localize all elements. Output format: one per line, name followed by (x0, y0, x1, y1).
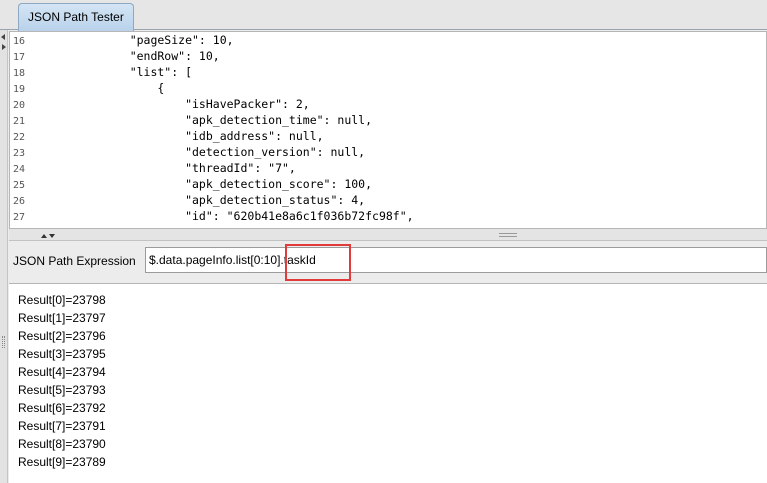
result-line: Result[3]=23795 (18, 347, 106, 361)
code-text: "idb_address": null, (102, 129, 324, 143)
code-line: 20 "isHavePacker": 2, (10, 96, 766, 112)
results-panel[interactable]: Result[0]=23798 Result[1]=23797 Result[2… (9, 283, 767, 483)
result-line: Result[0]=23798 (18, 293, 106, 307)
split-down-arrow-icon[interactable] (49, 234, 55, 238)
code-text: { (102, 81, 165, 95)
code-text: "list": [ (102, 65, 193, 79)
code-line: 18 "list": [ (10, 64, 766, 80)
json-path-tester-window: JSON Path Tester 16 "pageSize": 10, 17 "… (0, 0, 767, 483)
json-code-editor[interactable]: 16 "pageSize": 10, 17 "endRow": 10, 18 "… (9, 31, 767, 229)
code-line: 27 "id": "620b41e8a6c1f036b72fc98f", (10, 208, 766, 224)
code-line: 26 "apk_detection_status": 4, (10, 192, 766, 208)
result-line: Result[5]=23793 (18, 383, 106, 397)
code-line: 19 { (10, 80, 766, 96)
code-line: 17 "endRow": 10, (10, 48, 766, 64)
left-collapse-gutter[interactable] (0, 30, 8, 483)
tab-json-path-tester[interactable]: JSON Path Tester (18, 3, 134, 31)
result-line: Result[1]=23797 (18, 311, 106, 325)
splitter-grip-icon[interactable] (499, 233, 517, 237)
code-line: 16 "pageSize": 10, (10, 32, 766, 48)
gutter-grip-icon[interactable] (2, 336, 5, 348)
result-line: Result[8]=23790 (18, 437, 106, 451)
split-up-arrow-icon[interactable] (41, 234, 47, 238)
code-line: 25 "apk_detection_score": 100, (10, 176, 766, 192)
result-line: Result[4]=23794 (18, 365, 106, 379)
code-text: "apk_detection_score": 100, (102, 177, 373, 191)
panel-splitter[interactable] (9, 229, 767, 241)
expression-row: JSON Path Expression (9, 242, 767, 281)
code-line: 23 "detection_version": null, (10, 144, 766, 160)
result-line: Result[2]=23796 (18, 329, 106, 343)
collapse-left-arrow-icon[interactable] (1, 34, 5, 40)
json-path-expression-input[interactable] (145, 247, 767, 273)
result-line: Result[6]=23792 (18, 401, 106, 415)
code-text: "id": "620b41e8a6c1f036b72fc98f", (102, 209, 414, 223)
code-line: 24 "threadId": "7", (10, 160, 766, 176)
code-text: "threadId": "7", (102, 161, 296, 175)
code-text: "isHavePacker": 2, (102, 97, 310, 111)
code-text: "pageSize": 10, (102, 33, 234, 47)
code-text: "apk_detection_time": null, (102, 113, 373, 127)
code-line: 21 "apk_detection_time": null, (10, 112, 766, 128)
result-line: Result[9]=23789 (18, 455, 106, 469)
code-text: "apk_detection_status": 4, (102, 193, 366, 207)
code-text: "detection_version": null, (102, 145, 366, 159)
code-line: 22 "idb_address": null, (10, 128, 766, 144)
tab-strip: JSON Path Tester (0, 0, 767, 31)
line-number: 27 (13, 212, 26, 223)
expression-label: JSON Path Expression (13, 254, 136, 268)
result-line: Result[7]=23791 (18, 419, 106, 433)
expand-right-arrow-icon[interactable] (2, 44, 6, 50)
code-text: "endRow": 10, (102, 49, 220, 63)
